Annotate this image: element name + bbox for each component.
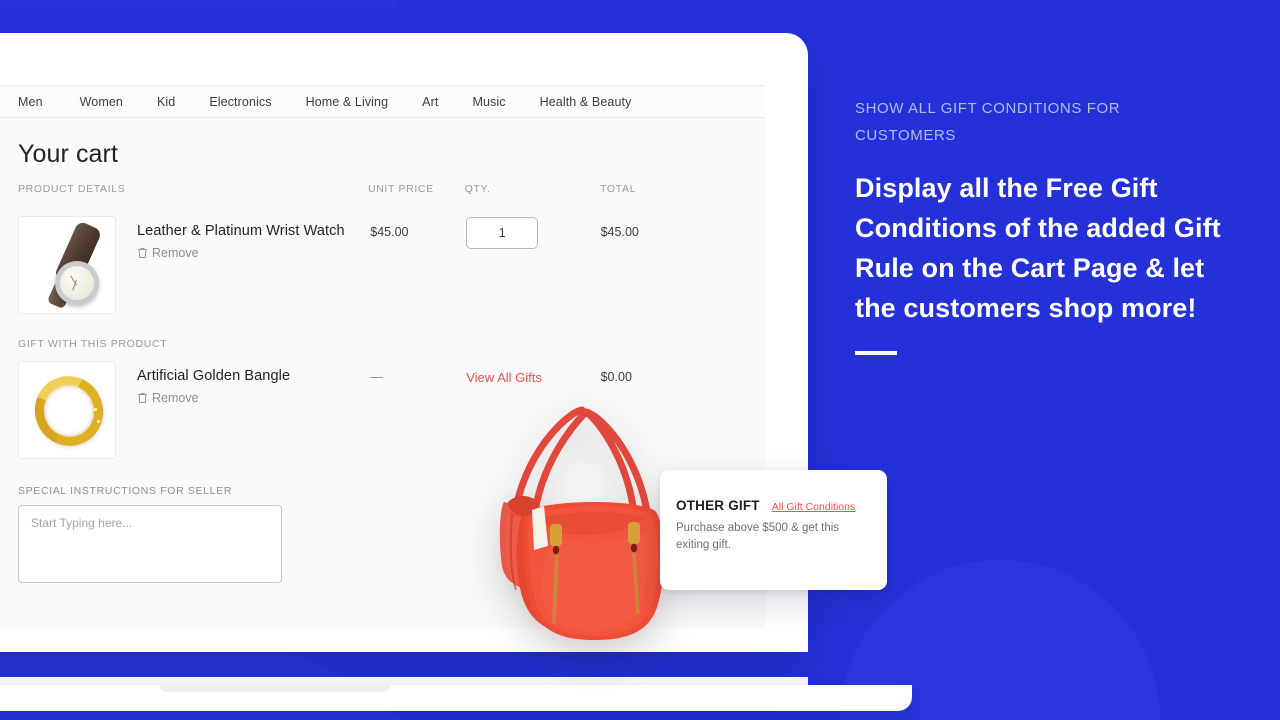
product-name: Artificial Golden Bangle xyxy=(137,368,291,384)
column-header-unit-price: UNIT PRICE xyxy=(367,183,434,195)
remove-button[interactable]: Remove xyxy=(137,391,199,405)
gift-popup-description: Purchase above $500 & get this exiting g… xyxy=(676,522,840,552)
golden-bangle-thumbnail xyxy=(18,361,116,459)
unit-price-value: $45.00 xyxy=(370,225,409,239)
wrist-watch-thumbnail xyxy=(18,216,116,314)
nav-item-kid[interactable]: Kid xyxy=(157,95,175,109)
column-header-qty: QTY. xyxy=(464,183,491,195)
nav-item-art[interactable]: Art xyxy=(422,95,438,109)
nav-item-home-living[interactable]: Home & Living xyxy=(306,95,389,109)
promo-kicker: SHOW ALL GIFT CONDITIONS FOR CUSTOMERS xyxy=(855,100,1121,144)
table-row: Leather & Platinum Wrist Watch Remove $4… xyxy=(18,205,687,314)
qty-cell: 1 xyxy=(466,216,600,249)
bangle-icon xyxy=(19,362,115,458)
unit-price-value: — xyxy=(370,370,383,384)
product-name: Leather & Platinum Wrist Watch xyxy=(137,223,345,239)
remove-label: Remove xyxy=(152,391,199,405)
trash-icon xyxy=(138,247,147,259)
view-all-gifts-link[interactable]: View All Gifts xyxy=(466,361,600,385)
promo-banner-stage: Men Women Kid Electronics Home & Living … xyxy=(0,0,1280,720)
nav-item-electronics[interactable]: Electronics xyxy=(209,95,271,109)
cart-table-header: PRODUCT DETAILS UNIT PRICE QTY. TOTAL xyxy=(18,183,687,205)
watch-icon xyxy=(19,217,115,313)
promo-copy-panel: SHOW ALL GIFT CONDITIONS FOR CUSTOMERS D… xyxy=(855,96,1225,356)
gift-conditions-popup: OTHER GIFT All Gift Conditions Purchase … xyxy=(660,470,887,590)
nav-item-men[interactable]: Men xyxy=(18,95,43,109)
site-navigation[interactable]: Men Women Kid Electronics Home & Living … xyxy=(0,85,765,118)
page-title: Your cart xyxy=(18,140,119,168)
all-gift-conditions-link[interactable]: All Gift Conditions xyxy=(772,501,855,513)
browser-top-bar xyxy=(0,33,765,85)
remove-button[interactable]: Remove xyxy=(137,246,199,260)
special-instructions-input[interactable] xyxy=(18,505,282,583)
product-info: Artificial Golden Bangle Remove xyxy=(137,361,370,409)
laptop-base xyxy=(0,685,912,711)
column-header-product-details: PRODUCT DETAILS xyxy=(18,183,126,195)
line-total-value: $45.00 xyxy=(600,225,639,239)
line-total-value: $0.00 xyxy=(600,370,632,384)
gift-popup-header: OTHER GIFT All Gift Conditions xyxy=(676,498,871,513)
trash-icon xyxy=(138,392,147,404)
promo-underline xyxy=(855,351,897,356)
nav-item-music[interactable]: Music xyxy=(472,95,505,109)
column-header-total: TOTAL xyxy=(599,183,637,195)
quantity-input[interactable]: 1 xyxy=(466,217,539,249)
nav-item-health-beauty[interactable]: Health & Beauty xyxy=(540,95,632,109)
nav-item-women[interactable]: Women xyxy=(80,95,123,109)
remove-label: Remove xyxy=(152,246,199,260)
gift-section-label: GIFT WITH THIS PRODUCT xyxy=(18,338,168,350)
gift-popup-title: OTHER GIFT xyxy=(676,498,760,513)
promo-headline: Display all the Free Gift Conditions of … xyxy=(855,173,1221,324)
product-info: Leather & Platinum Wrist Watch Remove xyxy=(137,216,370,264)
